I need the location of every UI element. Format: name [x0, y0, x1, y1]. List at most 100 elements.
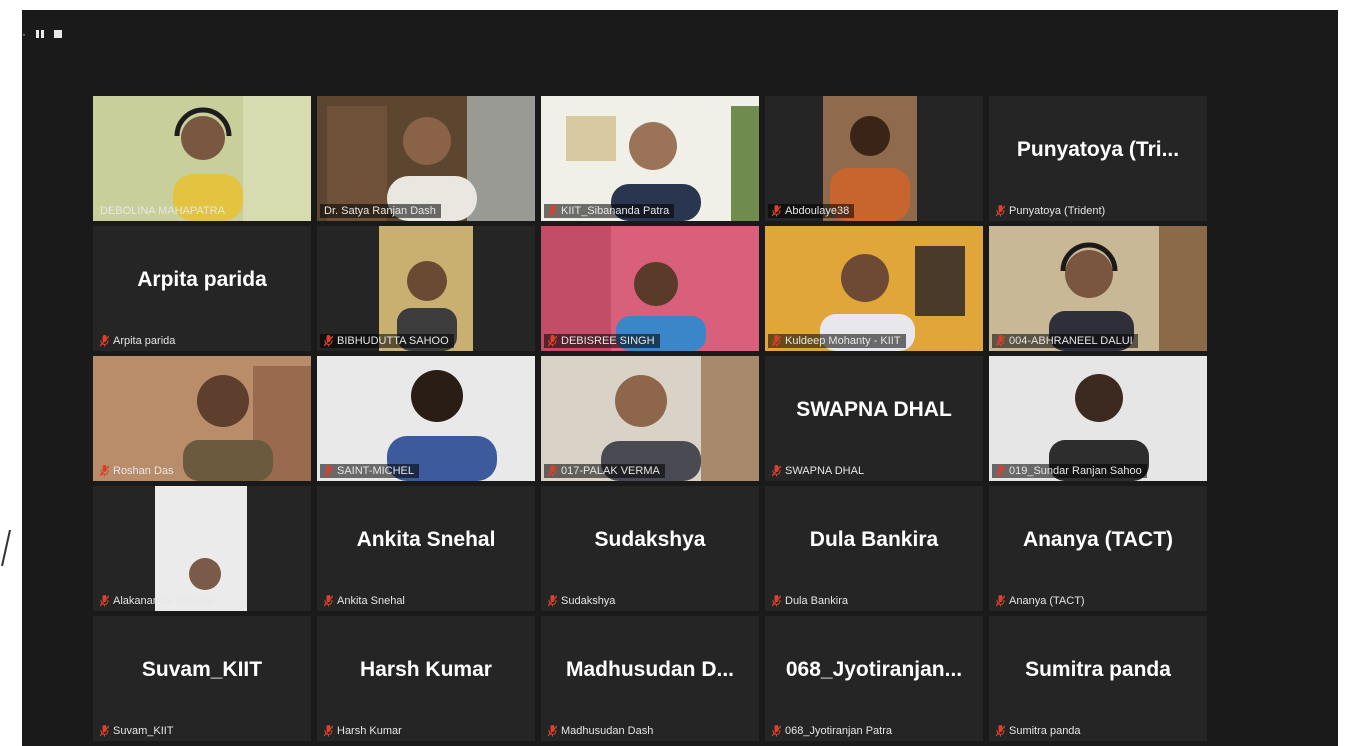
participant-tile[interactable]: 068_Jyotiranjan... 068_Jyotiranjan Patra	[765, 616, 983, 741]
participant-name: SWAPNA DHAL	[785, 465, 865, 477]
participant-label: Alakananda Tripathy	[96, 594, 218, 608]
participant-name: Suvam_KIIT	[113, 725, 174, 737]
muted-mic-icon	[548, 465, 557, 477]
participant-tile[interactable]: Abdoulaye38	[765, 96, 983, 221]
participant-tile[interactable]: Sumitra panda Sumitra panda	[989, 616, 1207, 741]
participant-tile[interactable]: DEBOLINA MAHAPATRA	[93, 96, 311, 221]
participant-tile[interactable]: SWAPNA DHAL SWAPNA DHAL	[765, 356, 983, 481]
participant-name: 017-PALAK VERMA	[561, 465, 660, 477]
participant-tile[interactable]: Arpita parida Arpita parida	[93, 226, 311, 351]
participant-name: Arpita parida	[113, 335, 176, 347]
participant-name: Ananya (TACT)	[1009, 595, 1085, 607]
participant-video	[989, 356, 1207, 481]
participant-name: 068_Jyotiranjan Patra	[785, 725, 893, 737]
muted-mic-icon	[996, 205, 1005, 217]
participant-display-name: Madhusudan D...	[566, 658, 734, 681]
participant-label: 017-PALAK VERMA	[544, 464, 665, 478]
muted-mic-icon	[548, 595, 557, 607]
muted-mic-icon	[996, 335, 1005, 347]
muted-mic-icon	[324, 465, 333, 477]
participant-label: SAINT-MICHEL	[320, 464, 420, 478]
participant-tile[interactable]: Dula Bankira Dula Bankira	[765, 486, 983, 611]
participant-tile[interactable]: Alakananda Tripathy	[93, 486, 311, 611]
participant-display-name: Ananya (TACT)	[1022, 528, 1174, 551]
participant-name: DEBOLINA MAHAPATRA	[100, 205, 225, 217]
participant-display-name: Sudakshya	[594, 528, 706, 551]
muted-mic-icon	[772, 465, 781, 477]
participant-label: 019_Sundar Ranjan Sahoo	[992, 464, 1147, 478]
participant-name: Abdoulaye38	[785, 205, 850, 217]
participant-video	[989, 226, 1207, 351]
participant-name: 019_Sundar Ranjan Sahoo	[1009, 465, 1142, 477]
participant-tile-active-speaker[interactable]: Dr. Satya Ranjan Dash	[317, 96, 535, 221]
muted-mic-icon	[100, 725, 109, 737]
participant-tile[interactable]: 004-ABHRANEEL DALUI	[989, 226, 1207, 351]
participant-tile[interactable]: SAINT-MICHEL	[317, 356, 535, 481]
participant-video	[317, 96, 535, 221]
participant-tile[interactable]: 017-PALAK VERMA	[541, 356, 759, 481]
participant-display-name: Suvam_KIIT	[141, 658, 263, 681]
participant-tile[interactable]: Kuldeep Mohanty - KIIT	[765, 226, 983, 351]
participant-tile[interactable]: DEBISREE SINGH	[541, 226, 759, 351]
muted-mic-icon	[772, 725, 781, 737]
participant-name: DEBISREE SINGH	[561, 335, 655, 347]
participant-tile[interactable]: Suvam_KIIT Suvam_KIIT	[93, 616, 311, 741]
muted-mic-icon	[772, 595, 781, 607]
participant-label: Dr. Satya Ranjan Dash	[320, 204, 441, 218]
muted-mic-icon	[548, 205, 557, 217]
participant-label: Punyatoya (Trident)	[992, 204, 1110, 218]
participant-name: Madhusudan Dash	[561, 725, 654, 737]
participant-name: Kuldeep Mohanty - KIIT	[785, 335, 901, 347]
participant-tile[interactable]: KIIT_Sibananda Patra	[541, 96, 759, 221]
muted-mic-icon	[324, 335, 333, 347]
muted-mic-icon	[100, 595, 109, 607]
participant-name: Alakananda Tripathy	[113, 595, 214, 607]
participant-name: Sumitra panda	[1009, 725, 1081, 737]
participant-tile[interactable]: Roshan Das	[93, 356, 311, 481]
stop-icon[interactable]	[54, 30, 62, 38]
participant-label: DEBISREE SINGH	[544, 334, 660, 348]
participant-name: BIBHUDUTTA SAHOO	[337, 335, 449, 347]
participant-video	[765, 96, 983, 221]
pause-icon[interactable]	[36, 30, 44, 38]
slash-mark	[1, 529, 11, 567]
muted-mic-icon	[324, 595, 333, 607]
participant-label: Abdoulaye38	[768, 204, 855, 218]
participant-tile[interactable]: Punyatoya (Tri... Punyatoya (Trident)	[989, 96, 1207, 221]
participant-video	[765, 226, 983, 351]
participant-video	[541, 226, 759, 351]
participant-display-name: Ankita Snehal	[356, 528, 496, 551]
muted-mic-icon	[772, 335, 781, 347]
participant-name: 004-ABHRANEEL DALUI	[1009, 335, 1133, 347]
participant-name: Roshan Das	[113, 465, 174, 477]
muted-mic-icon	[772, 205, 781, 217]
participant-video	[541, 96, 759, 221]
participant-tile[interactable]: Ankita Snehal Ankita Snehal	[317, 486, 535, 611]
participant-name: Ankita Snehal	[337, 595, 405, 607]
muted-mic-icon	[100, 335, 109, 347]
participant-label: Roshan Das	[96, 464, 179, 478]
muted-mic-icon	[996, 725, 1005, 737]
muted-mic-icon	[548, 335, 557, 347]
participant-tile[interactable]: Sudakshya Sudakshya	[541, 486, 759, 611]
participant-tile[interactable]: BIBHUDUTTA SAHOO	[317, 226, 535, 351]
muted-mic-icon	[996, 465, 1005, 477]
participant-label: Harsh Kumar	[320, 724, 407, 738]
participant-tile[interactable]: Madhusudan D... Madhusudan Dash	[541, 616, 759, 741]
participant-tile[interactable]: 019_Sundar Ranjan Sahoo	[989, 356, 1207, 481]
participant-tile[interactable]: Ananya (TACT) Ananya (TACT)	[989, 486, 1207, 611]
participant-name: Dr. Satya Ranjan Dash	[324, 205, 436, 217]
participant-name: KIIT_Sibananda Patra	[561, 205, 670, 217]
participant-display-name: 068_Jyotiranjan...	[785, 658, 963, 681]
participant-label: Kuldeep Mohanty - KIIT	[768, 334, 906, 348]
recording-controls: ·	[22, 24, 62, 44]
ellipsis-icon[interactable]: ·	[22, 28, 26, 40]
muted-mic-icon	[324, 725, 333, 737]
participant-display-name: Punyatoya (Tri...	[1016, 138, 1180, 161]
participant-tile[interactable]: Harsh Kumar Harsh Kumar	[317, 616, 535, 741]
participant-video	[93, 356, 311, 481]
muted-mic-icon	[996, 595, 1005, 607]
participant-label: Madhusudan Dash	[544, 724, 658, 738]
participant-name: SAINT-MICHEL	[337, 465, 415, 477]
participant-display-name: Harsh Kumar	[360, 658, 492, 681]
